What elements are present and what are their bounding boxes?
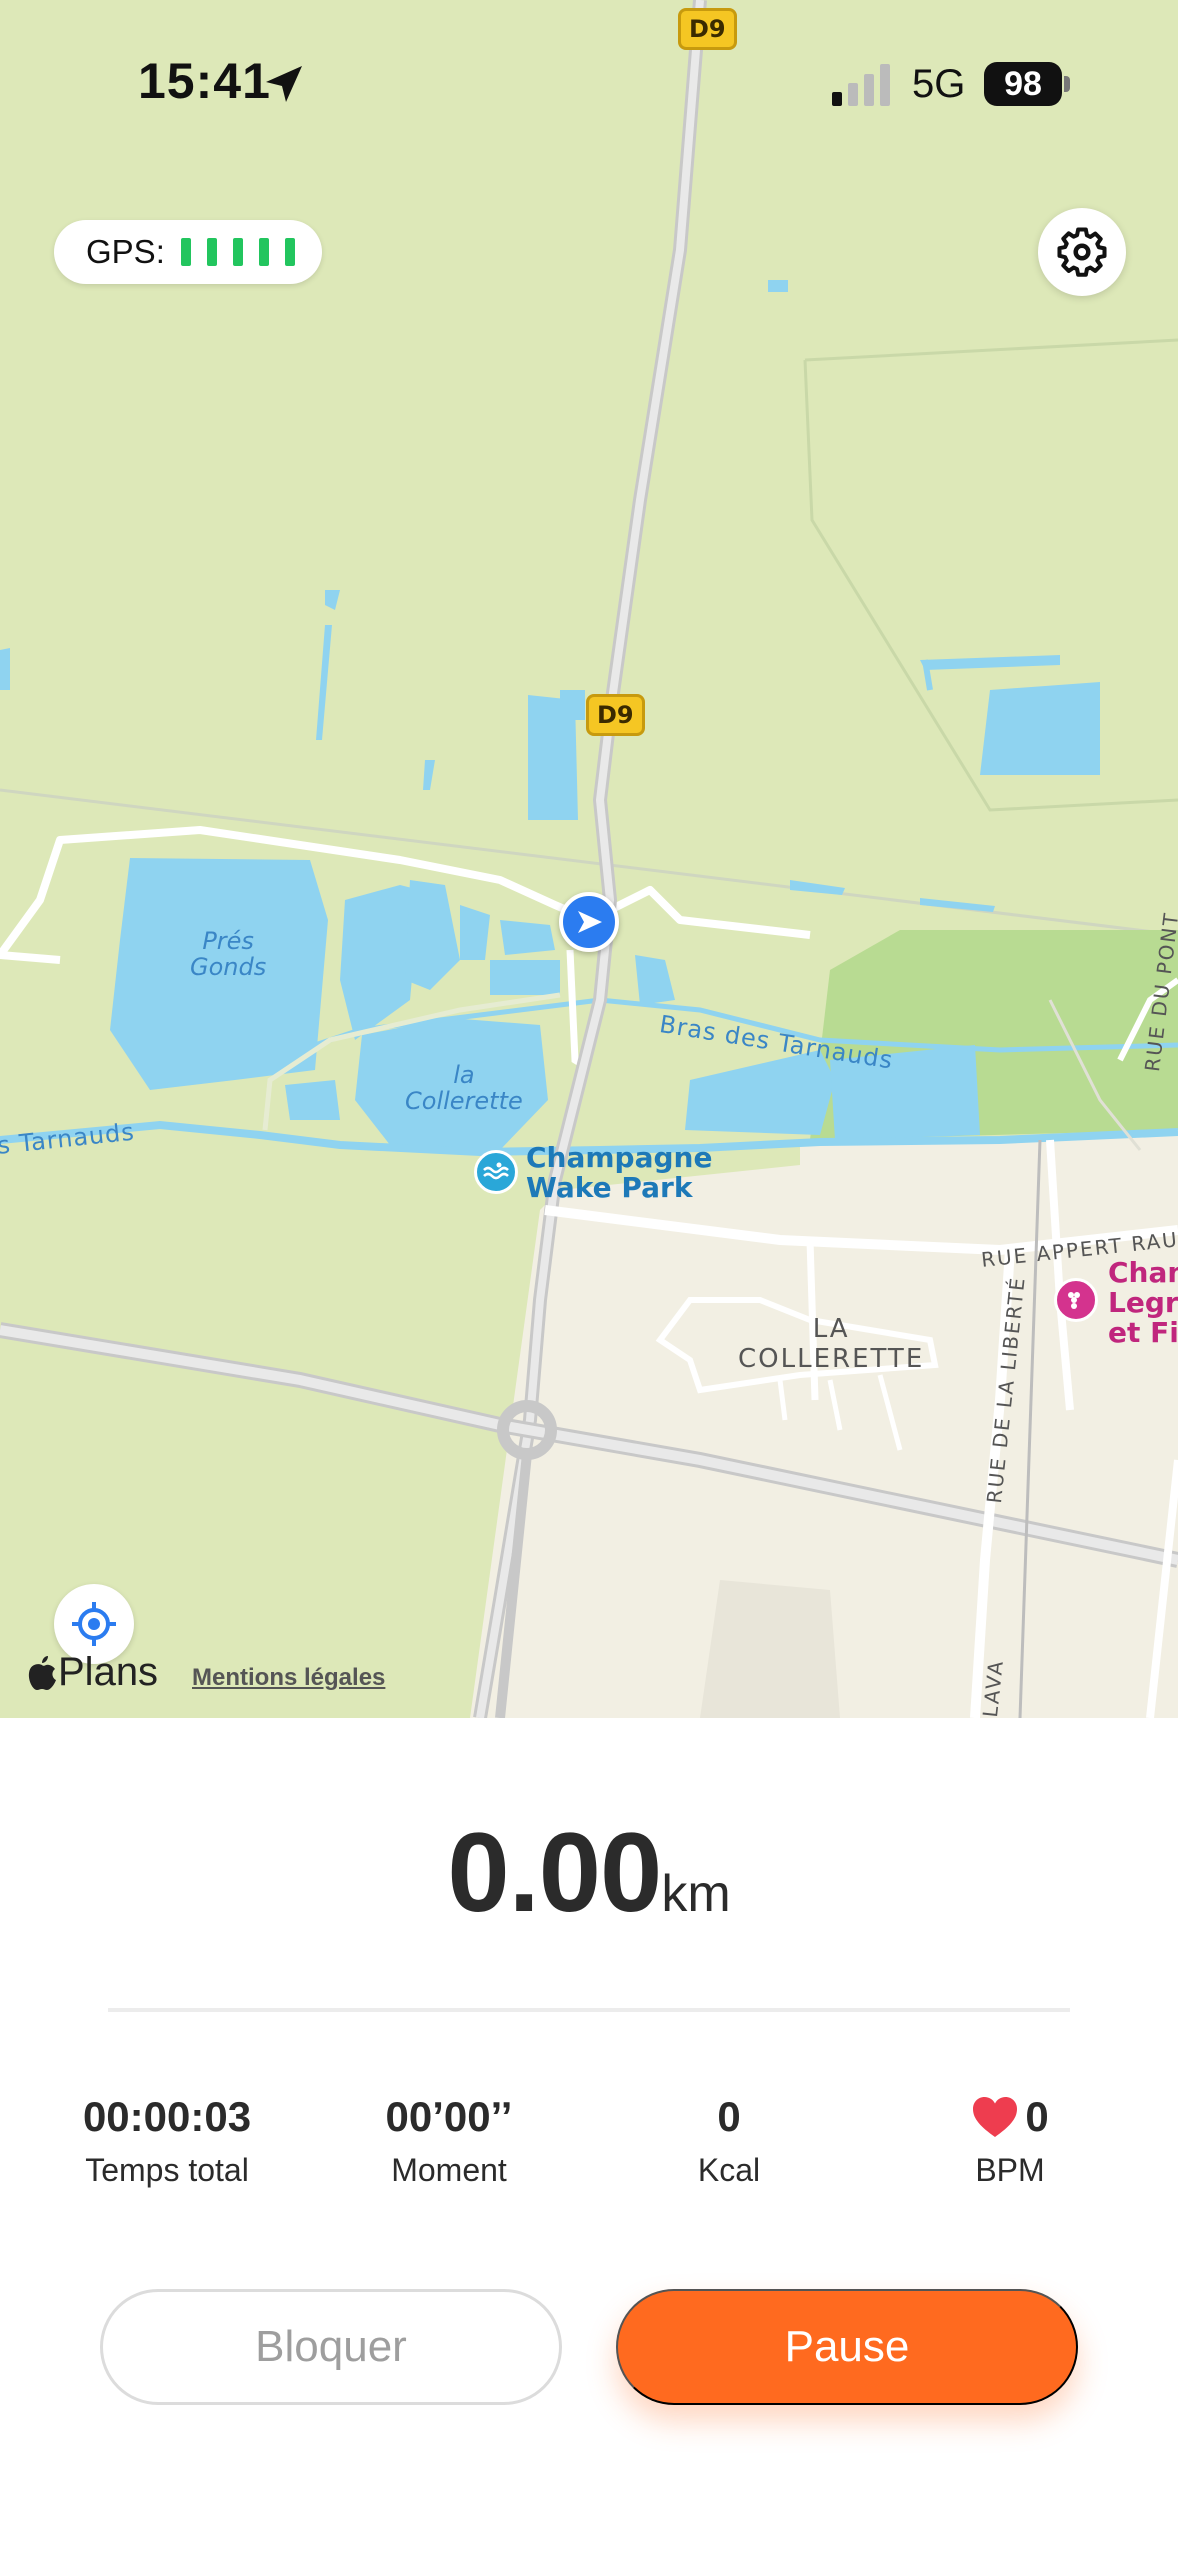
stat-value: 0 <box>870 2088 1150 2146</box>
maps-brand-label: Plans <box>58 1650 159 1694</box>
stat-value: 00’00’’ <box>385 2093 513 2140</box>
poi-label-line: Champagne <box>526 1141 713 1174</box>
gear-icon <box>1057 227 1107 277</box>
place-label-line: LA <box>812 1314 850 1344</box>
lake-label-line: Collerette <box>405 1087 523 1115</box>
poi-label-wake-park[interactable]: Champagne Wake Park <box>526 1143 712 1203</box>
place-label-la-collerette: LA COLLERETTE <box>738 1314 924 1374</box>
stat-label: Moment <box>391 2152 507 2188</box>
signal-strength-icon <box>832 64 890 106</box>
network-type: 5G <box>912 62 966 106</box>
poi-label-line: Legra <box>1108 1286 1178 1319</box>
status-time: 15:41 <box>138 53 271 109</box>
stat-value: 0 <box>717 2093 741 2140</box>
lock-button[interactable]: Bloquer <box>100 2289 562 2405</box>
poi-label-line: et Fil <box>1108 1316 1178 1349</box>
legal-notice-link[interactable]: Mentions légales <box>192 1664 385 1692</box>
apple-logo-icon <box>28 1655 56 1690</box>
stat-total-time: 00:00:03 Temps total <box>27 2088 307 2189</box>
poi-label-line: Cham <box>1108 1256 1178 1289</box>
waves-icon <box>483 1162 509 1180</box>
stat-label: BPM <box>975 2152 1045 2188</box>
gps-bar <box>258 238 269 266</box>
stat-label: Temps total <box>85 2152 249 2188</box>
stat-label: Kcal <box>697 2152 761 2188</box>
gps-bar <box>284 238 295 266</box>
distance-unit: km <box>661 1865 731 1923</box>
crosshair-icon <box>72 1602 116 1646</box>
distance-display: 0.00km <box>0 1808 1178 1937</box>
location-arrow-icon <box>266 66 302 102</box>
heading-arrow-icon <box>578 911 602 933</box>
battery-indicator: 98 <box>984 62 1062 106</box>
lake-label-pres-gonds: Prés Gonds <box>190 928 266 980</box>
gps-bar <box>180 238 191 266</box>
stat-heart-rate: 0 BPM <box>870 2088 1150 2189</box>
lake-label-line: Prés <box>202 927 254 955</box>
lake-label-line: Gonds <box>190 953 267 981</box>
settings-button[interactable] <box>1038 208 1126 296</box>
road-badge: D9 <box>586 694 645 736</box>
stat-value: 00:00:03 <box>82 2093 252 2140</box>
heart-rate-value: 0 <box>1025 2093 1049 2140</box>
stats-row: 00:00:03 Temps total 00’00’’ Moment 0 Kc… <box>0 2088 1178 2208</box>
heart-icon <box>973 2097 1018 2137</box>
poi-label-line: Wake Park <box>526 1171 693 1204</box>
poi-swim-icon[interactable] <box>474 1150 518 1194</box>
maps-attribution: Plans <box>26 1650 158 1695</box>
stat-calories: 0 Kcal <box>589 2088 869 2189</box>
status-bar: 15:41 5G 98 <box>0 0 1178 170</box>
distance-value: 0.00 <box>447 1810 662 1935</box>
divider <box>108 2008 1070 2012</box>
poi-label-winery[interactable]: Cham Legra et Fil <box>1108 1258 1178 1348</box>
poi-winery-icon[interactable] <box>1054 1278 1098 1322</box>
road-badge: D9 <box>678 8 737 50</box>
gps-bar <box>206 238 217 266</box>
gps-signal-indicator: GPS: <box>54 220 322 284</box>
pause-button[interactable]: Pause <box>616 2289 1078 2405</box>
gps-label: GPS: <box>86 233 165 270</box>
stat-pace: 00’00’’ Moment <box>309 2088 589 2189</box>
grapes-icon <box>1068 1292 1080 1309</box>
place-label-line: COLLERETTE <box>738 1344 925 1374</box>
user-location-marker <box>559 892 619 952</box>
lake-label-collerette: la Collerette <box>405 1062 523 1114</box>
map-view[interactable]: 15:41 5G 98 GPS: D9 D9 Prés Gonds la Col… <box>0 0 1178 1718</box>
battery-tip <box>1064 76 1070 92</box>
lake-label-line: la <box>453 1061 475 1089</box>
gps-bar <box>232 238 243 266</box>
workout-panel: 0.00km 00:00:03 Temps total 00’00’’ Mome… <box>0 1718 1178 2560</box>
